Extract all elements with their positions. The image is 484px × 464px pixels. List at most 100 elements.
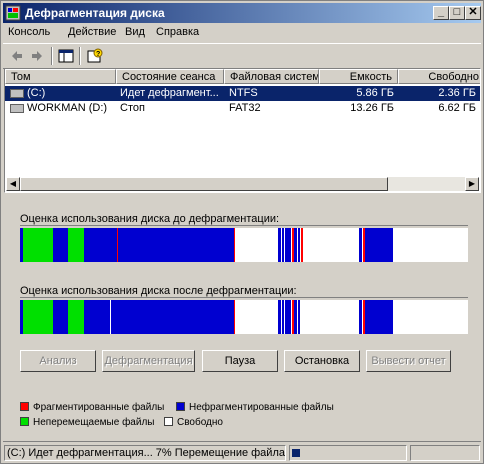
map-segment [365, 228, 393, 262]
scroll-left-icon[interactable]: ◀ [6, 177, 20, 191]
window-title: Дефрагментация диска [25, 6, 165, 20]
after-map-label: Оценка использования диска после дефрагм… [20, 285, 297, 297]
status-panel-empty [410, 445, 480, 461]
column-header-capacity[interactable]: Емкость [319, 69, 398, 84]
legend-label-fragmented: Фрагментированные файлы [33, 402, 165, 413]
console-tree-icon[interactable] [58, 48, 74, 64]
map-segment [285, 300, 291, 334]
defrag-app-icon [5, 5, 21, 21]
volume-capacity: 13.26 ГБ [350, 102, 394, 114]
map-segment [53, 228, 68, 262]
map-segment [53, 300, 68, 334]
volume-filesystem: FAT32 [229, 102, 261, 114]
map-segment [298, 228, 300, 262]
maximize-button[interactable]: □ [449, 6, 465, 20]
stop-button[interactable]: Остановка [284, 350, 360, 372]
column-header-free[interactable]: Свободно [398, 69, 480, 84]
column-header-volume[interactable]: Том [5, 69, 116, 84]
status-bar: (C:) Идет дефрагментация... 7% Перемещен… [3, 441, 481, 462]
volume-filesystem: NTFS [229, 87, 258, 99]
volume-status: Стоп [120, 102, 145, 114]
map-segment [298, 300, 300, 334]
map-segment [294, 300, 297, 334]
legend-swatch-free [164, 417, 173, 426]
map-segment [359, 228, 362, 262]
defrag-window: Дефрагментация диска _ □ ✕ Консоль Дейст… [0, 0, 484, 464]
map-segment [278, 228, 281, 262]
defragment-button[interactable]: Дефрагментация [102, 350, 195, 372]
menu-action[interactable]: Действие [68, 26, 116, 38]
map-segment [234, 300, 235, 334]
legend-swatch-unmovable [20, 417, 29, 426]
scroll-right-icon[interactable]: ▶ [465, 177, 479, 191]
map-segment [84, 228, 117, 262]
volume-free: 6.62 ГБ [438, 102, 476, 114]
column-header-status[interactable]: Состояние сеанса [116, 69, 224, 84]
map-segment [285, 228, 291, 262]
toolbar: ? [3, 43, 481, 69]
map-segment [301, 228, 303, 262]
volume-row-d[interactable]: WORKMAN (D:) Стоп FAT32 13.26 ГБ 6.62 ГБ [5, 101, 480, 116]
title-bar[interactable]: Дефрагментация диска _ □ ✕ [3, 3, 481, 23]
horizontal-scrollbar[interactable]: ◀ ▶ [6, 177, 479, 191]
map-segment [294, 228, 297, 262]
map-segment [282, 228, 284, 262]
menu-help[interactable]: Справка [156, 26, 199, 38]
legend-label-free: Свободно [177, 417, 223, 428]
forward-arrow-icon[interactable] [29, 48, 45, 64]
map-segment [359, 300, 362, 334]
toolbar-separator [79, 47, 81, 65]
map-segment [118, 228, 234, 262]
map-divider [20, 297, 468, 298]
map-segment [23, 228, 53, 262]
menu-bar: Консоль Действие Вид Справка [3, 24, 481, 42]
before-defrag-map [20, 228, 468, 262]
scroll-thumb[interactable] [20, 177, 388, 191]
status-text: (C:) Идет дефрагментация... 7% Перемещен… [4, 445, 286, 461]
help-icon[interactable]: ? [87, 48, 103, 64]
map-segment [278, 300, 281, 334]
volume-name: (C:) [27, 87, 46, 99]
column-header-filesystem[interactable]: Файловая система [224, 69, 319, 84]
before-map-label: Оценка использования диска до дефрагмент… [20, 213, 280, 225]
volume-capacity: 5.86 ГБ [356, 87, 394, 99]
menu-console[interactable]: Консоль [8, 26, 50, 38]
legend-swatch-contiguous [176, 402, 185, 411]
map-segment [68, 300, 84, 334]
svg-text:?: ? [96, 51, 100, 58]
pause-button[interactable]: Пауза [202, 350, 278, 372]
legend-label-unmovable: Неперемещаемые файлы [33, 417, 155, 428]
progress-chunk [292, 449, 300, 457]
legend-contiguous: Нефрагментированные файлы [176, 402, 334, 413]
map-segment [84, 300, 110, 334]
volume-free: 2.36 ГБ [438, 87, 476, 99]
map-segment [282, 300, 284, 334]
map-segment [234, 228, 235, 262]
map-divider [20, 225, 468, 226]
legend-swatch-fragmented [20, 402, 29, 411]
map-segment [365, 300, 393, 334]
status-progress [289, 445, 407, 461]
list-header: Том Состояние сеанса Файловая система Ем… [5, 69, 480, 85]
analyze-button[interactable]: Анализ [20, 350, 96, 372]
legend-label-contiguous: Нефрагментированные файлы [189, 402, 334, 413]
menu-view[interactable]: Вид [125, 26, 145, 38]
close-button[interactable]: ✕ [465, 6, 481, 20]
minimize-button[interactable]: _ [433, 6, 449, 20]
toolbar-separator [51, 47, 53, 65]
after-defrag-map [20, 300, 468, 334]
legend-fragmented: Фрагментированные файлы [20, 402, 164, 413]
legend-free: Свободно [164, 417, 223, 428]
volume-list: Том Состояние сеанса Файловая система Ем… [4, 68, 481, 193]
volume-row-c[interactable]: (C:) Идет дефрагмент... NTFS 5.86 ГБ 2.3… [5, 86, 480, 101]
legend-unmovable: Неперемещаемые файлы [20, 417, 154, 428]
drive-icon [10, 89, 24, 98]
drive-icon [10, 104, 24, 113]
volume-status: Идет дефрагмент... [120, 87, 219, 99]
map-segment [68, 228, 84, 262]
map-segment [23, 300, 53, 334]
volume-name: WORKMAN (D:) [27, 102, 108, 114]
view-report-button[interactable]: Вывести отчет [366, 350, 451, 372]
map-segment [111, 300, 234, 334]
back-arrow-icon[interactable] [9, 48, 25, 64]
